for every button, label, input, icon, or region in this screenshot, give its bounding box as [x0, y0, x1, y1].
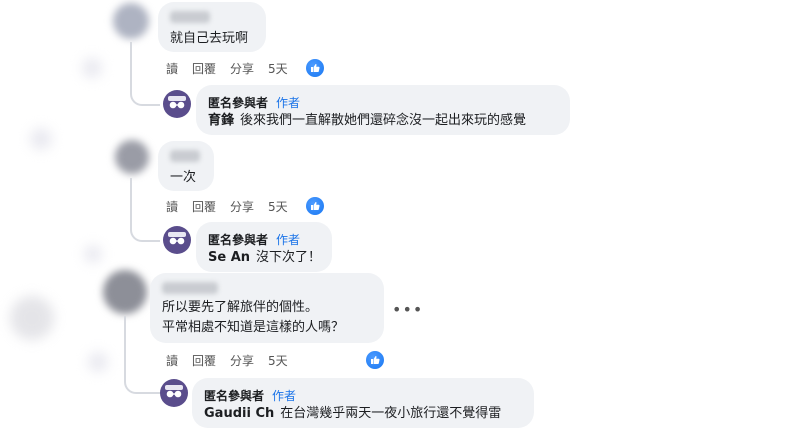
blurred-background-shape — [10, 296, 54, 340]
thread-connector — [124, 316, 160, 394]
thread-connector — [130, 42, 160, 106]
thumbs-up-icon[interactable] — [305, 59, 324, 77]
reply-bubble: 匿名參與者 作者 Se An 沒下次了！ — [196, 222, 332, 272]
blurred-background-shape — [84, 245, 102, 263]
read-button[interactable]: 讀 — [166, 198, 178, 215]
author-badge: 作者 — [272, 389, 297, 403]
reply-button[interactable]: 回覆 — [192, 60, 216, 77]
blurred-background-shape — [30, 128, 52, 150]
comment-bubble: 就自己去玩啊 — [158, 2, 266, 52]
share-button[interactable]: 分享 — [230, 352, 254, 369]
comment-text-line-2: 平常相處不知道是這樣的人嗎？ — [162, 320, 345, 335]
timestamp[interactable]: 5天 — [268, 198, 288, 215]
mention-tag[interactable]: Gaudii Ch — [204, 406, 274, 421]
mention-tag[interactable]: Se An — [208, 250, 250, 265]
author-badge: 作者 — [276, 96, 301, 110]
comment-text-line-1: 所以要先了解旅伴的個性。 — [162, 300, 319, 315]
comment-text: 就自己去玩啊 — [170, 31, 249, 46]
read-button[interactable]: 讀 — [166, 352, 178, 369]
commenter-avatar[interactable] — [115, 140, 149, 174]
commenter-name-blurred[interactable] — [162, 282, 218, 294]
reply-author-name[interactable]: 匿名參與者 — [204, 389, 264, 403]
share-button[interactable]: 分享 — [230, 198, 254, 215]
reply-author-name[interactable]: 匿名參與者 — [208, 96, 268, 110]
reply-text: Gaudii Ch 在台灣幾乎兩天一夜小旅行還不覺得雷 — [204, 406, 502, 421]
anonymous-avatar-icon[interactable] — [163, 90, 191, 118]
reply-author-name[interactable]: 匿名參與者 — [208, 233, 268, 247]
reply-bubble: 匿名參與者 作者 育鋒 後來我們一直解散她們還碎念沒一起出來玩的感覺 — [196, 85, 570, 135]
thumbs-up-icon[interactable] — [305, 197, 324, 215]
comment-bubble: 所以要先了解旅伴的個性。 平常相處不知道是這樣的人嗎？ — [150, 273, 384, 343]
comment-actions: 讀 回覆 分享 5天 — [166, 197, 324, 215]
reply-text: Se An 沒下次了！ — [208, 250, 322, 265]
share-button[interactable]: 分享 — [230, 60, 254, 77]
commenter-avatar[interactable] — [103, 270, 147, 314]
comment-actions: 讀 回覆 分享 5天 — [166, 351, 384, 369]
comment-bubble: 一次 — [158, 141, 214, 191]
timestamp[interactable]: 5天 — [268, 60, 288, 77]
commenter-name-blurred[interactable] — [170, 150, 200, 162]
thread-connector — [130, 178, 160, 242]
comment-text: 一次 — [170, 170, 197, 185]
anonymous-avatar-icon[interactable] — [160, 379, 188, 407]
anonymous-avatar-icon[interactable] — [163, 226, 191, 254]
timestamp[interactable]: 5天 — [268, 352, 288, 369]
reply-button[interactable]: 回覆 — [192, 352, 216, 369]
blurred-background-shape — [88, 352, 108, 372]
more-options-icon[interactable]: ••• — [392, 300, 423, 319]
read-button[interactable]: 讀 — [166, 60, 178, 77]
author-badge: 作者 — [276, 233, 301, 247]
blurred-background-shape — [82, 58, 102, 78]
mention-tag[interactable]: 育鋒 — [208, 113, 234, 128]
reply-text: 育鋒 後來我們一直解散她們還碎念沒一起出來玩的感覺 — [208, 113, 527, 128]
thumbs-up-icon[interactable] — [365, 351, 384, 369]
comment-actions: 讀 回覆 分享 5天 — [166, 59, 324, 77]
commenter-avatar[interactable] — [113, 3, 149, 39]
reply-bubble: 匿名參與者 作者 Gaudii Ch 在台灣幾乎兩天一夜小旅行還不覺得雷 — [192, 378, 534, 428]
commenter-name-blurred[interactable] — [170, 11, 210, 23]
reply-button[interactable]: 回覆 — [192, 198, 216, 215]
